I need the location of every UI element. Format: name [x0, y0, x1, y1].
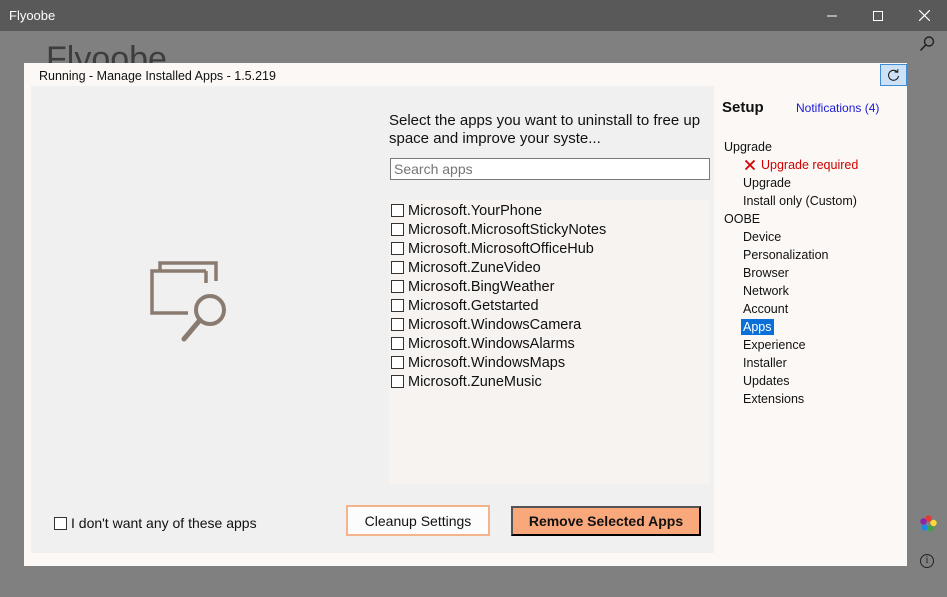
app-label: Microsoft.MicrosoftStickyNotes — [408, 221, 607, 238]
setup-title: Setup — [722, 99, 764, 116]
nav-item-network[interactable]: Network — [724, 283, 902, 301]
app-checkbox[interactable] — [391, 280, 404, 293]
nav-item-label: Upgrade — [724, 140, 772, 154]
app-list-item[interactable]: Microsoft.BingWeather — [389, 277, 709, 296]
minimize-button[interactable] — [809, 0, 855, 31]
manage-apps-dialog: Running - Manage Installed Apps - 1.5.21… — [24, 63, 907, 566]
app-list[interactable]: Microsoft.YourPhone Microsoft.MicrosoftSt… — [389, 200, 709, 484]
maximize-button[interactable] — [855, 0, 901, 31]
app-list-item[interactable]: Microsoft.ZuneMusic — [389, 372, 709, 391]
nav-item-install-only-custom[interactable]: Install only (Custom) — [724, 193, 902, 211]
search-apps-input[interactable] — [390, 158, 710, 180]
app-list-item[interactable]: Microsoft.WindowsCamera — [389, 315, 709, 334]
nav-item-experience[interactable]: Experience — [724, 337, 902, 355]
nav-item-label: Browser — [743, 266, 789, 280]
search-icon — [919, 36, 935, 52]
app-list-item[interactable]: Microsoft.MicrosoftOfficeHub — [389, 239, 709, 258]
nav-item-label: OOBE — [724, 212, 761, 226]
app-label: Microsoft.WindowsMaps — [408, 354, 566, 371]
app-checkbox[interactable] — [391, 318, 404, 331]
nav-item-label: Apps — [741, 319, 774, 335]
app-checkbox[interactable] — [391, 375, 404, 388]
app-checkbox[interactable] — [391, 337, 404, 350]
close-button[interactable] — [901, 0, 947, 31]
nav-item-extensions[interactable]: Extensions — [724, 391, 902, 409]
app-label: Microsoft.ZuneMusic — [408, 373, 542, 390]
app-list-item[interactable]: Microsoft.Getstarted — [389, 296, 709, 315]
nav-section-upgrade: Upgrade — [724, 139, 902, 157]
nav-item-label: Account — [743, 302, 789, 316]
refresh-icon — [888, 68, 900, 81]
nav-item-upgrade-required: Upgrade required — [724, 157, 902, 175]
nav-item-installer[interactable]: Installer — [724, 355, 902, 373]
window-titlebar: Flyoobe — [0, 0, 947, 31]
app-list-item[interactable]: Microsoft.ZuneVideo — [389, 258, 709, 277]
app-checkbox[interactable] — [391, 356, 404, 369]
nav-item-label: Installer — [743, 356, 787, 370]
app-label: Microsoft.BingWeather — [408, 278, 555, 295]
app-label: Microsoft.Getstarted — [408, 297, 539, 314]
instruction-text: Select the apps you want to uninstall to… — [389, 112, 701, 147]
nav-item-personalization[interactable]: Personalization — [724, 247, 902, 265]
cleanup-settings-button[interactable]: Cleanup Settings — [346, 505, 490, 536]
dialog-title: Running - Manage Installed Apps - 1.5.21… — [39, 69, 276, 83]
nav-item-upgrade[interactable]: Upgrade — [724, 175, 902, 193]
nav-section-oobe: OOBE — [724, 211, 902, 229]
app-list-item[interactable]: Microsoft.WindowsMaps — [389, 353, 709, 372]
app-checkbox[interactable] — [391, 299, 404, 312]
nav-item-label: Personalization — [743, 248, 829, 262]
setup-nav: Upgrade Upgrade required Upgrade Install on… — [724, 139, 902, 409]
app-label: Microsoft.YourPhone — [408, 202, 543, 219]
app-list-item[interactable]: Microsoft.YourPhone — [389, 201, 709, 220]
app-list-item[interactable]: Microsoft.MicrosoftStickyNotes — [389, 220, 709, 239]
color-palette-icon[interactable] — [920, 515, 937, 532]
app-checkbox[interactable] — [391, 261, 404, 274]
optout-checkbox[interactable]: I don't want any of these apps — [54, 515, 257, 531]
maximize-icon — [873, 10, 883, 21]
content-panel: Select the apps you want to uninstall to… — [31, 86, 714, 553]
app-windows-search-icon — [150, 261, 226, 342]
nav-item-account[interactable]: Account — [724, 301, 902, 319]
remove-selected-apps-button[interactable]: Remove Selected Apps — [511, 506, 701, 536]
app-label: Microsoft.MicrosoftOfficeHub — [408, 240, 594, 257]
app-checkbox[interactable] — [391, 242, 404, 255]
app-label: Microsoft.WindowsAlarms — [408, 335, 575, 352]
nav-item-label: Updates — [743, 374, 790, 388]
search-button[interactable] — [918, 35, 936, 53]
app-checkbox[interactable] — [391, 223, 404, 236]
nav-item-device[interactable]: Device — [724, 229, 902, 247]
app-checkbox[interactable] — [391, 204, 404, 217]
checkbox[interactable] — [54, 516, 67, 530]
nav-item-label: Network — [743, 284, 789, 298]
background-app-title: Flyoobe — [46, 40, 167, 63]
nav-item-label: Extensions — [743, 392, 805, 406]
app-label: Microsoft.ZuneVideo — [408, 259, 541, 276]
nav-item-apps[interactable]: Apps — [724, 319, 902, 337]
app-label: Microsoft.WindowsCamera — [408, 316, 582, 333]
notifications-link[interactable]: Notifications (4) — [796, 101, 879, 115]
close-icon — [918, 10, 930, 21]
nav-item-updates[interactable]: Updates — [724, 373, 902, 391]
app-list-item[interactable]: Microsoft.WindowsAlarms — [389, 334, 709, 353]
optout-label: I don't want any of these apps — [71, 515, 257, 531]
error-x-icon — [744, 159, 756, 171]
info-icon[interactable]: i — [920, 554, 934, 568]
nav-item-label: Upgrade required — [761, 158, 859, 172]
nav-item-label: Upgrade — [743, 176, 791, 190]
nav-item-browser[interactable]: Browser — [724, 265, 902, 283]
nav-item-label: Device — [743, 230, 782, 244]
minimize-icon — [827, 15, 837, 16]
nav-item-label: Experience — [743, 338, 806, 352]
nav-item-label: Install only (Custom) — [743, 194, 857, 208]
window-title: Flyoobe — [9, 8, 56, 23]
refresh-button[interactable] — [880, 64, 907, 86]
